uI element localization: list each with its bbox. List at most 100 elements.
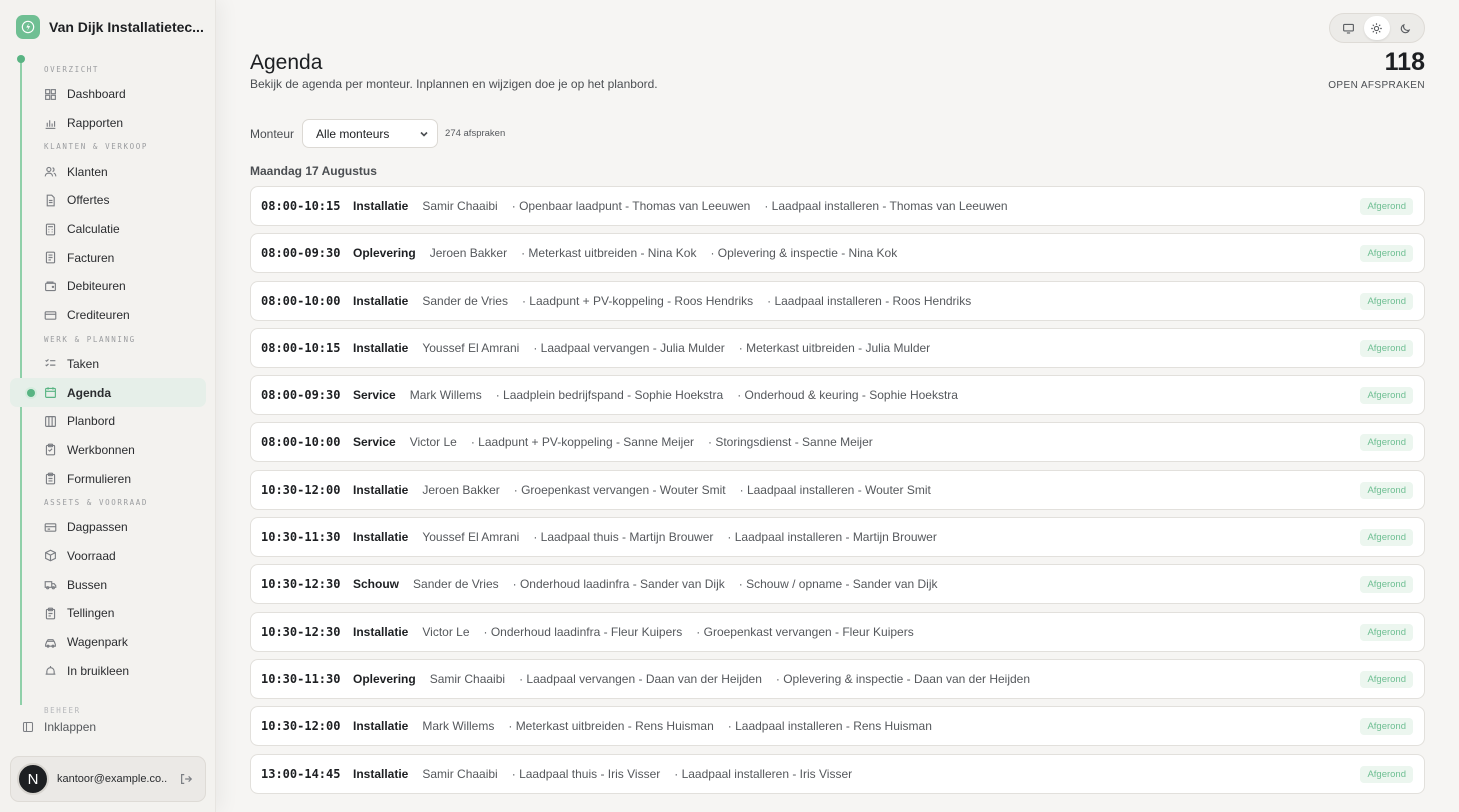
appointment-location: · Laadpaal vervangen - Julia Mulder (533, 340, 725, 355)
sidebar-item-klanten[interactable]: Klanten (0, 157, 216, 186)
monteur-select[interactable]: Alle monteurs (302, 119, 439, 148)
appointment-time: 08:00-10:00 (261, 293, 341, 308)
status-badge: Afgerond (1360, 623, 1413, 641)
app-root: Van Dijk Installatietec... OVERZICHT Dash… (0, 0, 1459, 812)
sidebar-item-label: Agenda (67, 385, 112, 400)
appointment-row[interactable]: 08:00-09:30 Service Mark Willems · Laadplei… (250, 375, 1425, 416)
appointment-technician: Sander de Vries (413, 577, 499, 592)
sidebar-item-debiteuren[interactable]: Debiteuren (0, 272, 216, 301)
sidebar-item-crediteuren[interactable]: Crediteuren (0, 301, 216, 330)
filter-row: Monteur Alle monteurs 274 afspraken (250, 119, 505, 148)
appointment-technician: Samir Chaaibi (429, 671, 506, 686)
car-icon (45, 638, 56, 648)
appointment-location: · Onderhoud laadinfra - Sander van Dijk (512, 577, 725, 592)
theme-dark-button[interactable] (1393, 16, 1419, 40)
appointment-task: · Oplevering & inspectie - Daan van der … (775, 671, 1031, 686)
appointment-type: Schouw (353, 577, 400, 592)
appointment-row[interactable]: 10:30-12:00 Installatie Mark Willems · Mete… (250, 706, 1425, 747)
sidebar-item-offertes[interactable]: Offertes (0, 186, 216, 215)
card-icon (44, 310, 57, 320)
appointment-type: Installatie (353, 293, 409, 308)
appointment-location: · Laadplein bedrijfspand - Sophie Hoekst… (495, 388, 724, 403)
theme-light-button[interactable] (1363, 16, 1390, 40)
collapse-label: Inklappen (44, 720, 97, 734)
appointment-row[interactable]: 10:30-12:00 Installatie Jeroen Bakker · Gro… (250, 469, 1425, 510)
appointment-location: · Laadpaal thuis - Martijn Brouwer (533, 530, 714, 545)
appointment-technician: Mark Willems (409, 388, 482, 403)
appointment-row[interactable]: 13:00-14:45 Installatie Samir Chaaibi · Laa… (250, 753, 1425, 794)
appointment-technician: Sander de Vries (422, 293, 508, 308)
appointment-time: 10:30-11:30 (261, 530, 341, 545)
sidebar-item-bussen[interactable]: Bussen (0, 570, 216, 599)
appointment-type: Oplevering (353, 671, 416, 686)
sidebar-item-label: Dagpassen (67, 520, 128, 535)
open-appointments-label: OPEN AFSPRAKEN (1328, 80, 1425, 91)
sidebar-item-tellingen[interactable]: Tellingen (0, 599, 216, 628)
appointment-row[interactable]: 10:30-11:30 Installatie Youssef El Amrani ·… (250, 517, 1425, 558)
user-card[interactable]: N kantoor@example.co... (10, 756, 206, 802)
brand[interactable]: Van Dijk Installatietec... (0, 0, 215, 54)
appointment-row[interactable]: 10:30-12:30 Installatie Victor Le · Onderho… (250, 611, 1425, 652)
sidebar-item-taken[interactable]: Taken (0, 350, 216, 379)
appointment-time: 08:00-09:30 (261, 246, 341, 261)
user-email: kantoor@example.co... (57, 773, 167, 785)
appointment-row[interactable]: 08:00-10:15 Installatie Youssef El Amrani ·… (250, 327, 1425, 368)
theme-switch (1329, 13, 1425, 43)
sidebar-item-facturen[interactable]: Facturen (0, 243, 216, 272)
sidebar-item-label: Tellingen (67, 606, 115, 621)
sidebar-item-rapporten[interactable]: Rapporten (0, 109, 216, 138)
sidebar-item-in-bruikleen[interactable]: In bruikleen (0, 656, 216, 685)
page-title: Agenda (250, 51, 323, 74)
appointment-task: · Laadpaal installeren - Iris Visser (674, 766, 853, 781)
sidebar-item-werkbonnen[interactable]: Werkbonnen (0, 436, 216, 465)
status-badge: Afgerond (1360, 529, 1413, 547)
appointment-location: · Laadpunt + PV-koppeling - Roos Hendrik… (521, 293, 754, 308)
filter-label: Monteur (250, 126, 295, 141)
box-icon (45, 550, 56, 562)
sidebar-item-calculatie[interactable]: Calculatie (0, 215, 216, 244)
van-icon (44, 581, 57, 590)
sidebar-item-agenda[interactable]: Agenda (10, 378, 206, 407)
appointment-row[interactable]: 08:00-09:30 Oplevering Jeroen Bakker · Mete… (250, 233, 1425, 274)
status-badge: Afgerond (1360, 434, 1413, 452)
tasks-icon (45, 359, 56, 367)
sidebar-item-dagpassen[interactable]: Dagpassen (0, 513, 216, 542)
sidebar-item-formulieren[interactable]: Formulieren (0, 464, 216, 493)
appointment-row[interactable]: 08:00-10:00 Service Victor Le · Laadpunt + … (250, 422, 1425, 463)
sidebar-item-wagenpark[interactable]: Wagenpark (0, 628, 216, 657)
sidebar-item-label: Taken (67, 356, 100, 371)
sidebar-collapse-icon (22, 721, 34, 733)
appointment-type: Installatie (353, 340, 409, 355)
calculator-icon (45, 223, 56, 235)
appointment-location: · Meterkast uitbreiden - Rens Huisman (508, 719, 714, 734)
lend-icon (45, 666, 56, 675)
logout-icon[interactable] (179, 772, 193, 786)
dashboard-icon (45, 88, 56, 100)
appointment-type: Installatie (353, 719, 409, 734)
sidebar-item-label: Voorraad (67, 548, 116, 563)
theme-system-button[interactable] (1335, 16, 1361, 40)
moon-icon (1400, 23, 1411, 33)
sidebar-item-label: Klanten (67, 164, 108, 179)
appointment-technician: Victor Le (409, 435, 457, 450)
appointment-row[interactable]: 08:00-10:00 Installatie Sander de Vries · L… (250, 280, 1425, 321)
sidebar-item-label: Crediteuren (67, 308, 130, 323)
appointment-row[interactable]: 10:30-12:30 Schouw Sander de Vries · Onderh… (250, 564, 1425, 605)
appointment-location: · Groepenkast vervangen - Wouter Smit (513, 482, 726, 497)
appointment-time: 08:00-10:00 (261, 435, 341, 450)
sidebar-item-planbord[interactable]: Planbord (0, 407, 216, 436)
appointment-location: · Openbaar laadpunt - Thomas van Leeuwen (511, 199, 751, 213)
appointment-technician: Samir Chaaibi (422, 199, 498, 213)
sidebar: Van Dijk Installatietec... OVERZICHT Dash… (0, 0, 216, 812)
appointment-row[interactable]: 08:00-10:15 Installatie Samir Chaaibi · Ope… (250, 186, 1425, 226)
sidebar-item-dashboard[interactable]: Dashboard (0, 80, 216, 109)
collapse-button[interactable]: Inklappen (22, 720, 96, 734)
appointment-type: Service (353, 388, 396, 403)
appointment-technician: Mark Willems (422, 719, 495, 734)
board-icon (45, 415, 56, 427)
sidebar-item-voorraad[interactable]: Voorraad (0, 542, 216, 571)
status-badge: Afgerond (1360, 387, 1413, 405)
appointment-task: · Laadpaal installeren - Roos Hendriks (767, 293, 972, 308)
main-content: Agenda Bekijk de agenda per monteur. Inp… (216, 0, 1459, 812)
appointment-row[interactable]: 10:30-11:30 Oplevering Samir Chaaibi · Laad… (250, 658, 1425, 699)
